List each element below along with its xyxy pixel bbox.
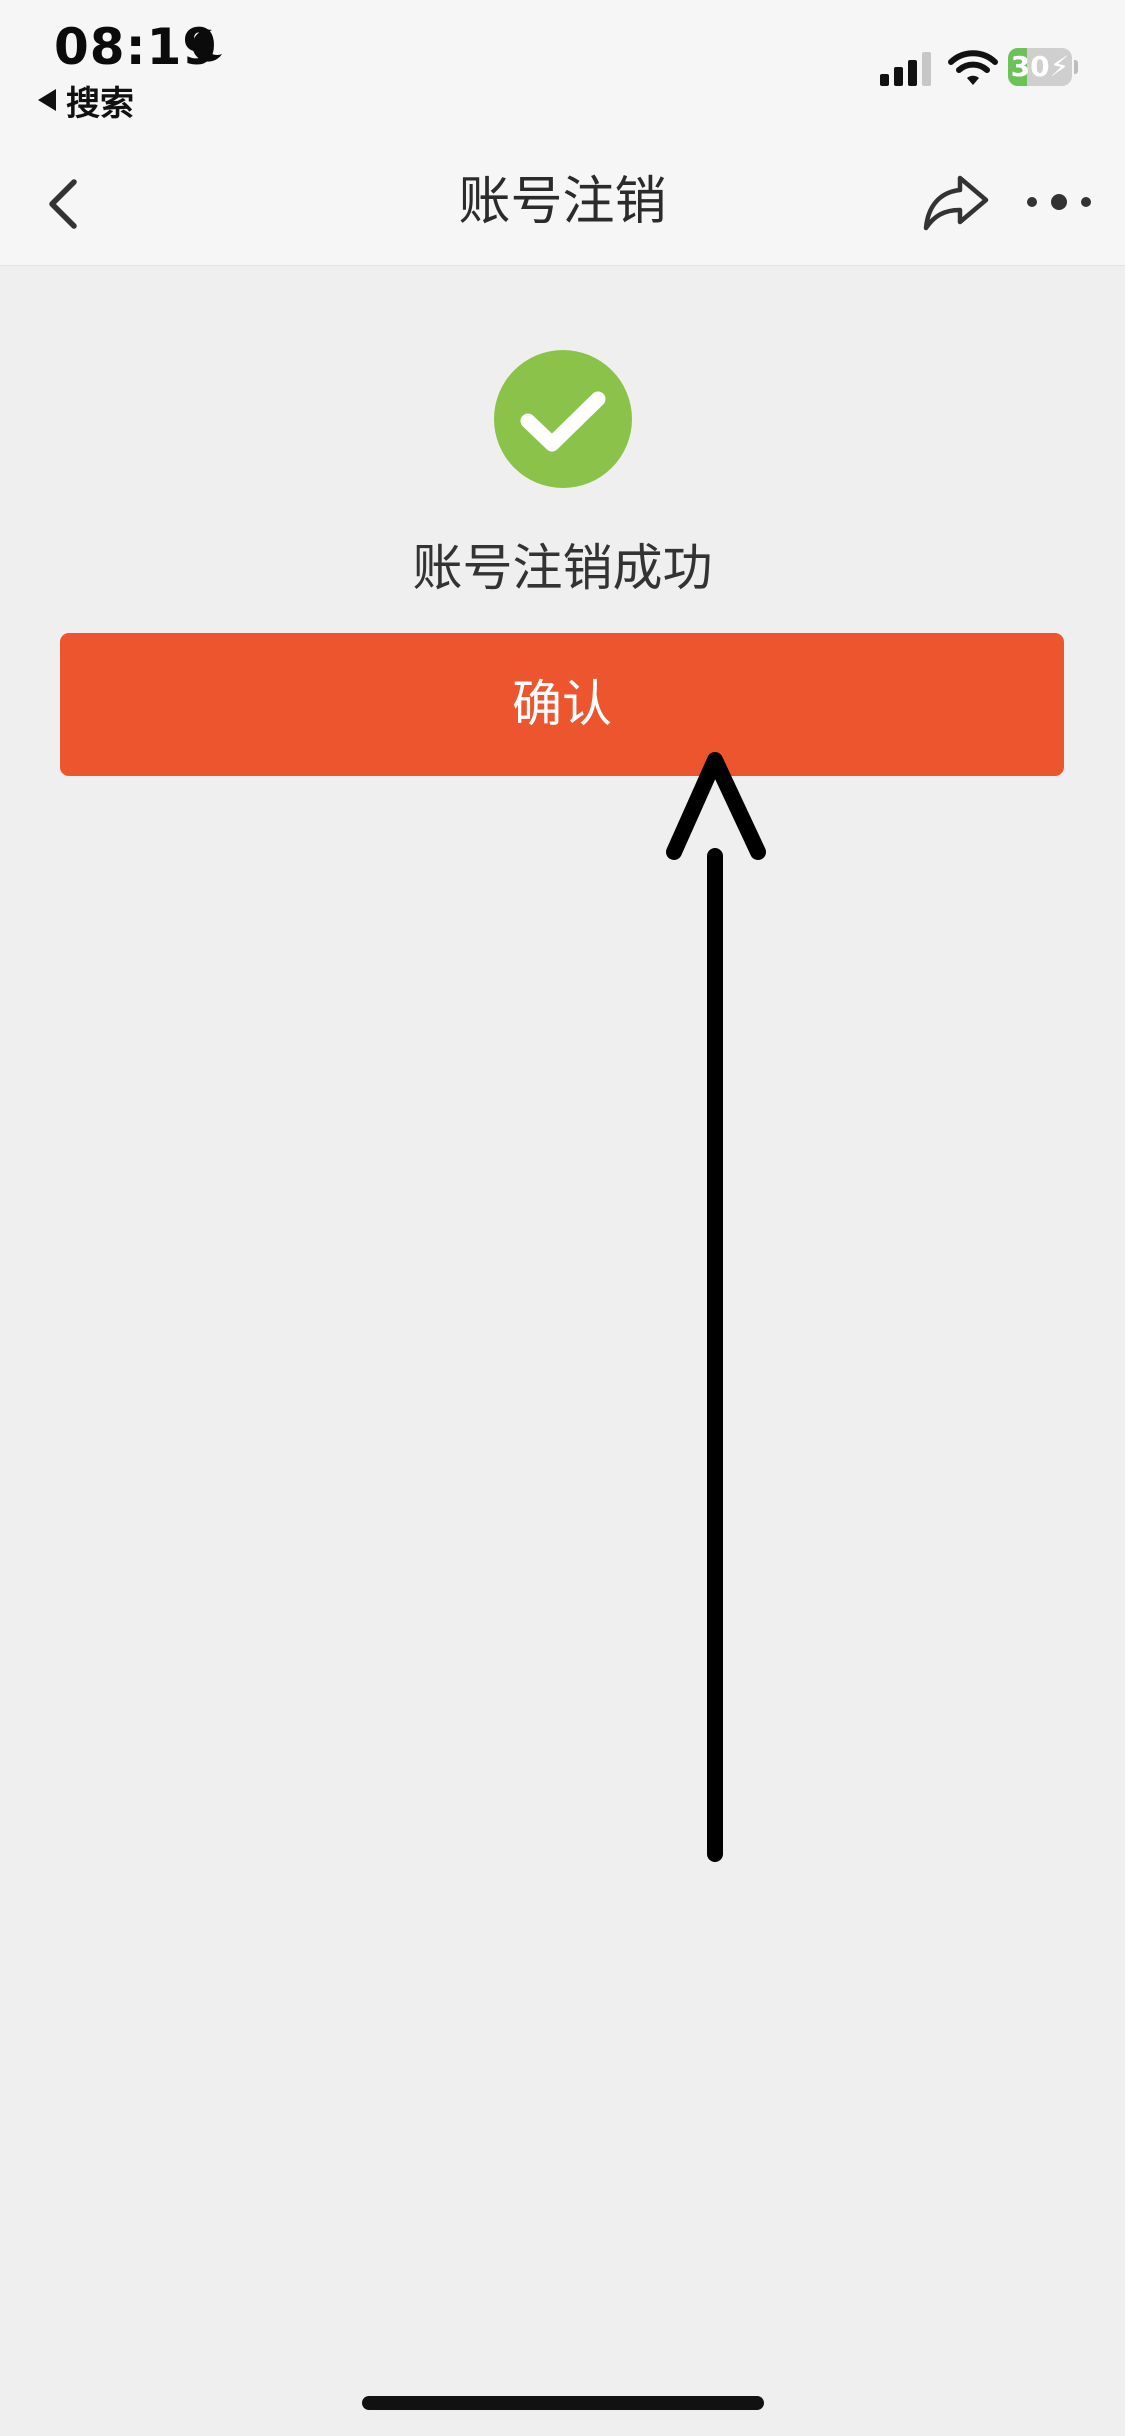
battery-level: 30⚡ xyxy=(1008,48,1072,86)
battery-icon: 30⚡ xyxy=(1008,48,1078,86)
more-icon[interactable] xyxy=(1024,180,1094,224)
wifi-icon xyxy=(948,50,998,85)
moon-icon xyxy=(192,29,222,62)
check-circle-background xyxy=(494,350,632,488)
battery-body: 30⚡ xyxy=(1008,48,1072,86)
share-icon[interactable] xyxy=(920,170,992,234)
check-circle-icon xyxy=(494,350,632,488)
annotation-arrow-icon xyxy=(666,752,766,1862)
battery-level-value: 30 xyxy=(1010,50,1050,83)
back-to-search-link[interactable]: 搜索 xyxy=(38,78,134,124)
status-bar: 08:19 搜索 30⚡ xyxy=(0,0,1125,140)
charging-bolt-icon: ⚡ xyxy=(1049,50,1070,83)
back-triangle-icon xyxy=(38,89,56,111)
navigation-bar: 账号注销 xyxy=(0,140,1125,266)
success-message: 账号注销成功 xyxy=(412,539,713,597)
cellular-signal-icon xyxy=(880,52,931,86)
home-indicator[interactable] xyxy=(362,2396,764,2410)
battery-nub xyxy=(1074,60,1078,74)
chevron-left-icon[interactable] xyxy=(38,168,98,238)
confirm-button[interactable]: 确认 xyxy=(60,633,1064,776)
back-to-search-label: 搜索 xyxy=(66,83,134,124)
